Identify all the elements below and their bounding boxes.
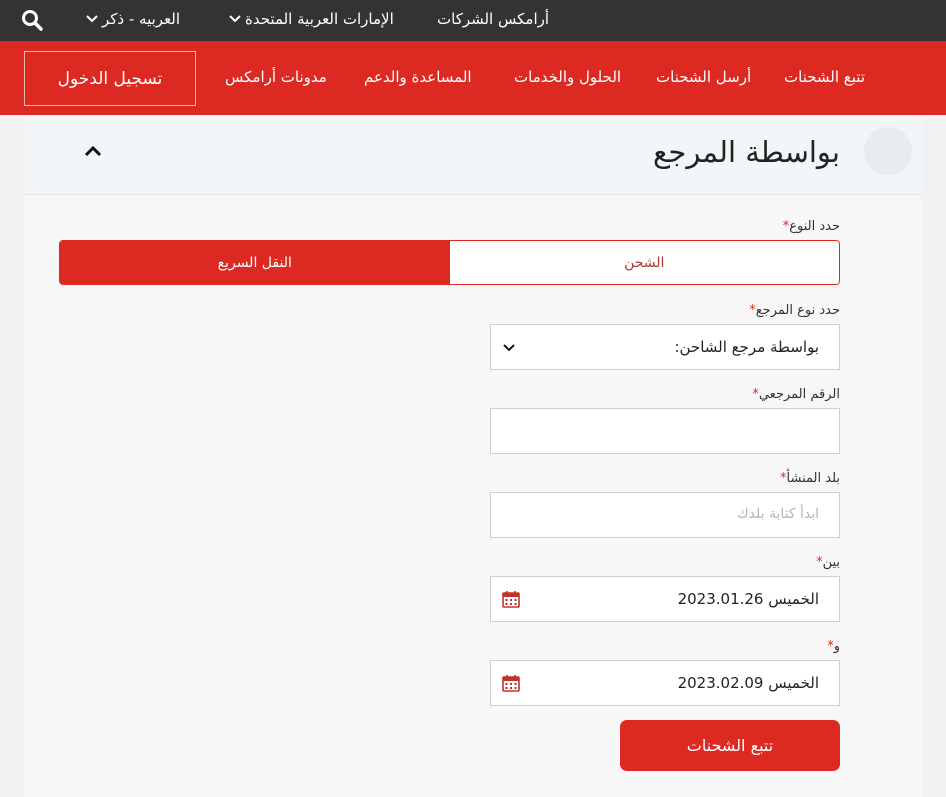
to-date-input[interactable]: الخميس 2023.02.09 [490, 660, 840, 706]
ref-number-label: الرقم المرجعي* [752, 387, 840, 402]
from-date-label: بين* [816, 555, 840, 570]
origin-label: بلد المنشأ* [780, 471, 840, 486]
nav-send[interactable]: أرسل الشحنات [656, 68, 751, 86]
ref-type-label: حدد نوع المرجع* [749, 303, 840, 318]
business-link-label: أرامكس الشركات [437, 10, 550, 28]
ref-number-input[interactable] [490, 408, 840, 454]
chevron-up-icon[interactable] [82, 142, 104, 160]
card-header[interactable]: بواسطة المرجع [24, 115, 922, 195]
ref-type-label-text: حدد نوع المرجع [755, 303, 840, 318]
type-label: حدد النوع* [783, 219, 840, 234]
page-body: بواسطة المرجع حدد النوع* النقل السريع ال… [0, 115, 946, 797]
type-option-shipment[interactable]: الشحن [449, 241, 839, 284]
top-bar: العربيه - ذكر الإمارات العربية المتحدة أ… [0, 0, 946, 41]
header-decoration [864, 127, 912, 175]
calendar-icon[interactable] [501, 589, 521, 609]
track-shipments-button[interactable]: تتبع الشحنات [620, 720, 840, 771]
login-button[interactable]: تسجيل الدخول [24, 51, 196, 106]
track-by-reference-card: بواسطة المرجع حدد النوع* النقل السريع ال… [24, 115, 922, 797]
origin-country-input[interactable]: ابدأ كتابة بلدك [490, 492, 840, 538]
country-selector[interactable]: الإمارات العربية المتحدة [229, 10, 394, 28]
chevron-down-icon [86, 10, 98, 28]
to-date-value: الخميس 2023.02.09 [677, 674, 819, 692]
chevron-down-icon [229, 10, 241, 28]
origin-placeholder: ابدأ كتابة بلدك [737, 506, 819, 522]
search-icon[interactable] [20, 8, 44, 32]
country-label: الإمارات العربية المتحدة [245, 10, 394, 28]
type-option-express[interactable]: النقل السريع [60, 241, 450, 284]
type-label-text: حدد النوع [789, 219, 840, 234]
language-selector[interactable]: العربيه - ذكر [86, 10, 180, 28]
ref-type-select[interactable]: بواسطة مرجع الشاحن: [490, 324, 840, 370]
nav-track[interactable]: تتبع الشحنات [784, 68, 865, 86]
chevron-down-icon [501, 340, 517, 356]
nav-help[interactable]: المساعدة والدعم [364, 68, 472, 86]
nav-blogs[interactable]: مدونات أرامكس [225, 68, 327, 86]
page-title: بواسطة المرجع [653, 135, 840, 169]
from-date-value: الخميس 2023.01.26 [677, 590, 819, 608]
calendar-icon[interactable] [501, 673, 521, 693]
ref-number-label-text: الرقم المرجعي [758, 387, 840, 402]
from-date-input[interactable]: الخميس 2023.01.26 [490, 576, 840, 622]
to-date-label: و* [827, 639, 840, 654]
ref-type-value: بواسطة مرجع الشاحن: [674, 338, 819, 356]
from-label-text: بين [822, 555, 840, 570]
origin-label-text: بلد المنشأ [786, 471, 840, 486]
to-label-text: و [833, 639, 840, 654]
type-toggle: النقل السريع الشحن [59, 240, 840, 285]
nav-solutions[interactable]: الحلول والخدمات [514, 68, 621, 86]
language-label: العربيه - ذكر [102, 10, 181, 28]
main-nav: تسجيل الدخول مدونات أرامكس المساعدة والد… [0, 41, 946, 115]
business-link[interactable]: أرامكس الشركات [437, 10, 549, 28]
